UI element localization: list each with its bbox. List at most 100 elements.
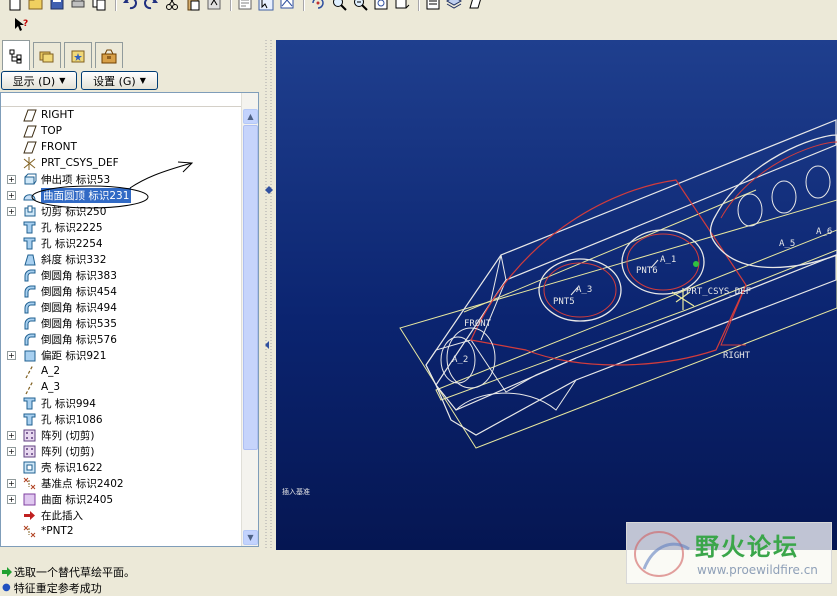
view-list-icon[interactable] bbox=[424, 0, 442, 11]
tree-item-label: 孔 标识2225 bbox=[41, 221, 103, 234]
dome-highlight bbox=[470, 179, 747, 366]
top-datum-plane bbox=[435, 229, 837, 401]
expand-toggle-icon[interactable]: + bbox=[7, 430, 16, 440]
annotation-arrow bbox=[129, 162, 193, 189]
spin-icon[interactable] bbox=[309, 0, 327, 11]
tree-item[interactable]: *PNT2 bbox=[1, 523, 241, 539]
tree-item[interactable]: 倒圆角 标识383 bbox=[1, 267, 241, 283]
expand-toggle-icon[interactable]: + bbox=[7, 494, 16, 504]
round-icon bbox=[22, 284, 37, 298]
expand-toggle-icon[interactable]: + bbox=[7, 350, 16, 360]
pnt6-label: PNT6 bbox=[636, 266, 658, 276]
tree-item-label: *PNT2 bbox=[41, 525, 74, 537]
tree-item[interactable]: 倒圆角 标识576 bbox=[1, 331, 241, 347]
a2-label: A_2 bbox=[452, 355, 468, 365]
datum-plane-icon[interactable] bbox=[466, 0, 484, 11]
tree-item[interactable]: 壳 标识1622 bbox=[1, 459, 241, 475]
annotation-overlay bbox=[31, 161, 194, 209]
pattern-icon bbox=[22, 444, 37, 458]
status-text-2: 特征重定参考成功 bbox=[13, 581, 102, 595]
pattern-icon bbox=[22, 428, 37, 442]
tree-item[interactable]: 孔 标识2254 bbox=[1, 235, 241, 251]
corner-note: 插入基准 bbox=[282, 487, 310, 496]
axis-icon bbox=[22, 380, 37, 394]
round-icon bbox=[22, 316, 37, 330]
tree-item[interactable]: 倒圆角 标识454 bbox=[1, 283, 241, 299]
a6-label: A_6 bbox=[816, 227, 832, 237]
slot-hole-1 bbox=[737, 193, 763, 227]
tree-item[interactable]: + 基准点 标识2402 bbox=[1, 475, 241, 491]
tree-item-label: 阵列 (切剪) bbox=[41, 429, 95, 442]
round-icon bbox=[22, 268, 37, 282]
tree-item[interactable]: 斜度 标识332 bbox=[1, 251, 241, 267]
front-label: FRONT bbox=[464, 319, 492, 329]
toolbar-separator bbox=[418, 0, 420, 11]
zoom-in-icon[interactable] bbox=[330, 0, 348, 11]
tree-item-label: A_3 bbox=[41, 381, 61, 393]
status-line-2: ● 特征重定参考成功 bbox=[2, 580, 102, 595]
axis-point-marker bbox=[693, 261, 699, 267]
round-icon bbox=[22, 300, 37, 314]
status-line-1: 选取一个替代草绘平面。 bbox=[2, 564, 135, 579]
tree-item[interactable]: 孔 标识994 bbox=[1, 395, 241, 411]
hole-icon bbox=[22, 412, 37, 426]
hole-icon bbox=[22, 236, 37, 250]
watermark-title: 野火论坛 bbox=[695, 533, 799, 561]
offset-icon bbox=[22, 348, 37, 362]
expand-toggle-icon[interactable]: + bbox=[7, 478, 16, 488]
tree-item-label: 倒圆角 标识576 bbox=[41, 333, 117, 346]
pnt5-label: PNT5 bbox=[553, 297, 575, 307]
refit-icon[interactable] bbox=[372, 0, 390, 11]
insert-here-icon bbox=[22, 508, 37, 522]
scroll-down-arrow[interactable]: ▼ bbox=[243, 530, 258, 545]
slot-hole-2 bbox=[771, 180, 797, 214]
graphics-window[interactable]: FRONT RIGHT PRT_CSYS_DEF PNT5 PNT6 A_1 A… bbox=[276, 40, 837, 550]
layers-icon[interactable] bbox=[445, 0, 463, 11]
surface-icon bbox=[22, 492, 37, 506]
tree-item-label: 倒圆角 标识535 bbox=[41, 317, 117, 330]
tree-item-label: 倒圆角 标识494 bbox=[41, 301, 117, 314]
hole-icon bbox=[22, 396, 37, 410]
tree-item-label: 斜度 标识332 bbox=[41, 253, 107, 266]
orient-icon[interactable] bbox=[393, 0, 411, 11]
tree-item[interactable]: A_3 bbox=[1, 379, 241, 395]
annotation-ellipse bbox=[31, 185, 149, 209]
body-top-edge bbox=[425, 119, 837, 387]
tree-item[interactable]: 在此插入 bbox=[1, 507, 241, 523]
tree-item-label: 阵列 (切剪) bbox=[41, 445, 95, 458]
right-label: RIGHT bbox=[723, 351, 751, 361]
tree-item[interactable]: + 阵列 (切剪) bbox=[1, 443, 241, 459]
watermark-logo-icon bbox=[634, 531, 690, 577]
slot-hole-3 bbox=[805, 165, 831, 199]
repaint-icon[interactable] bbox=[278, 0, 296, 11]
splitter-grip bbox=[265, 40, 273, 550]
a1-label: A_1 bbox=[660, 255, 676, 265]
csys-label: PRT_CSYS_DEF bbox=[686, 287, 751, 297]
tree-item[interactable]: + 阵列 (切剪) bbox=[1, 427, 241, 443]
tree-item-label: 倒圆角 标识383 bbox=[41, 269, 117, 282]
tree-item[interactable]: 孔 标识2225 bbox=[1, 219, 241, 235]
tree-item-label: A_2 bbox=[41, 365, 61, 377]
tree-item[interactable]: 孔 标识1086 bbox=[1, 411, 241, 427]
tree-item-label: 偏距 标识921 bbox=[41, 349, 107, 362]
datum-point-icon bbox=[22, 524, 37, 538]
tree-item[interactable]: A_2 bbox=[1, 363, 241, 379]
a5-label: A_5 bbox=[779, 239, 795, 249]
a3-label: A_3 bbox=[576, 285, 592, 295]
panel-splitter[interactable] bbox=[262, 40, 276, 550]
tree-item[interactable]: 倒圆角 标识535 bbox=[1, 315, 241, 331]
arrow-right-icon bbox=[2, 566, 12, 577]
status-text-1: 选取一个替代草绘平面。 bbox=[14, 565, 135, 579]
shell-icon bbox=[22, 460, 37, 474]
tree-item[interactable]: + 偏距 标识921 bbox=[1, 347, 241, 363]
tree-item-label: 壳 标识1622 bbox=[41, 461, 103, 474]
axis-icon bbox=[22, 364, 37, 378]
bullet-icon: ● bbox=[2, 582, 11, 593]
tree-item[interactable]: 倒圆角 标识494 bbox=[1, 299, 241, 315]
tree-item-label: 孔 标识2254 bbox=[41, 237, 103, 250]
tree-item-label: 孔 标识994 bbox=[41, 397, 96, 410]
datum-point-icon bbox=[22, 476, 37, 490]
expand-toggle-icon[interactable]: + bbox=[7, 446, 16, 456]
zoom-out-icon[interactable] bbox=[351, 0, 369, 11]
tree-item[interactable]: + 曲面 标识2405 bbox=[1, 491, 241, 507]
